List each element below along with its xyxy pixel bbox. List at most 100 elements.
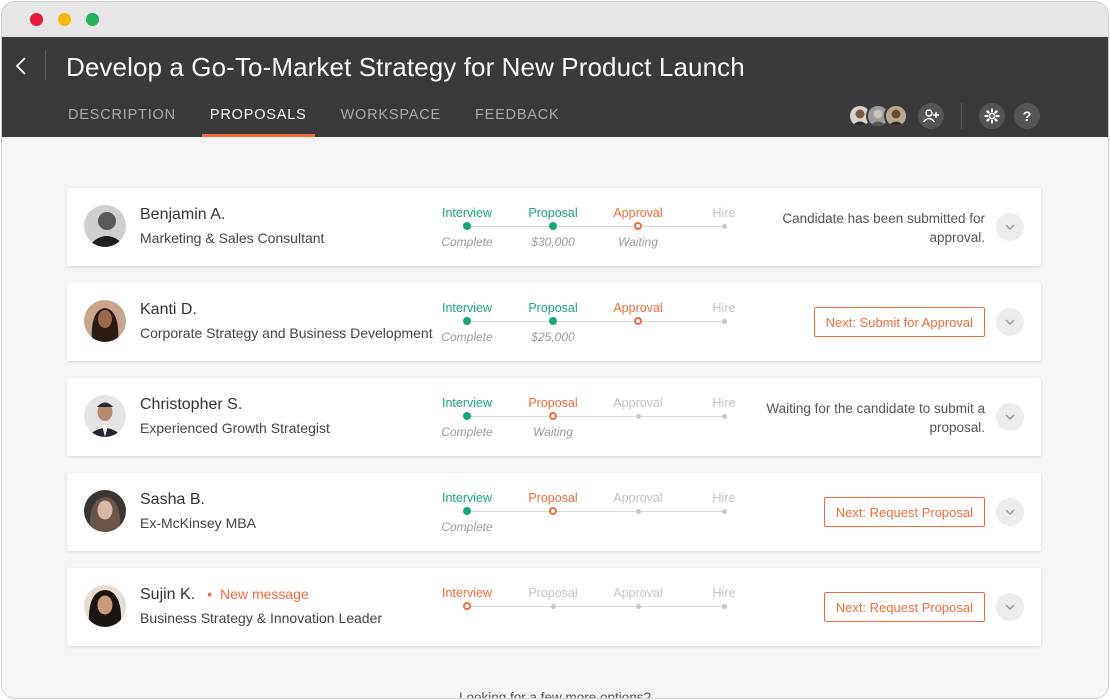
chevron-down-icon [1005, 414, 1015, 420]
minimize-window-button[interactable] [58, 13, 71, 26]
stage-dot [463, 317, 471, 325]
candidate-name[interactable]: Sujin K. New message [140, 586, 309, 604]
add-user-icon [922, 109, 939, 123]
tab-workspace[interactable]: WORKSPACE [339, 99, 443, 137]
proposals-list: Benjamin A. Marketing & Sales Consultant… [2, 137, 1108, 698]
status-text: Waiting for the candidate to submit a pr… [766, 401, 985, 435]
avatar [84, 395, 126, 437]
stage-hire: Hire [679, 204, 769, 229]
expand-button[interactable] [996, 593, 1024, 621]
stage-interview: Interview Complete [441, 396, 493, 439]
stage-proposal: Proposal $25,000 [528, 301, 578, 344]
header-divider [45, 50, 46, 80]
avatar [84, 585, 126, 627]
window-titlebar [2, 2, 1108, 37]
help-icon: ? [1022, 108, 1032, 124]
avatar [884, 104, 908, 128]
stage-approval: Approval [593, 584, 683, 609]
stage-progress: Interview Proposal Approval Hire [424, 584, 754, 634]
tab-bar: DESCRIPTION PROPOSALS WORKSPACE FEEDBACK [66, 99, 592, 137]
stage-approval: Approval Waiting [613, 206, 663, 249]
candidate-role: Ex-McKinsey MBA [140, 515, 256, 531]
stage-dot [463, 507, 471, 515]
status-text: Candidate has been submitted for approva… [782, 211, 985, 245]
stage-approval: Approval [593, 489, 683, 514]
more-options-hint[interactable]: Looking for a few more options? [2, 690, 1108, 698]
new-message-badge[interactable]: New message [207, 586, 309, 602]
stage-proposal: Proposal Waiting [528, 396, 578, 439]
back-button[interactable] [10, 51, 32, 81]
stage-dot [635, 508, 641, 514]
stage-interview: Interview Complete [441, 491, 493, 534]
stage-proposal: Proposal [508, 584, 598, 609]
submit-for-approval-button[interactable]: Next: Submit for Approval [813, 307, 985, 337]
stage-progress: Interview Complete Proposal $25,000 Appr… [424, 299, 754, 349]
chevron-down-icon [1005, 509, 1015, 515]
stage-dot [463, 602, 471, 610]
tab-feedback[interactable]: FEEDBACK [473, 99, 562, 137]
stage-dot [721, 318, 727, 324]
chevron-down-icon [1005, 319, 1015, 325]
stage-hire: Hire [679, 584, 769, 609]
tab-proposals[interactable]: PROPOSALS [201, 99, 315, 137]
stage-dot [549, 317, 557, 325]
candidate-name[interactable]: Sasha B. [140, 491, 205, 509]
chevron-down-icon [1005, 224, 1015, 230]
candidate-card[interactable]: Sasha B. Ex-McKinsey MBA Interview Compl… [67, 473, 1041, 551]
candidate-card[interactable]: Christopher S. Experienced Growth Strate… [67, 378, 1041, 456]
stage-proposal: Proposal $30,000 [528, 206, 578, 249]
stage-dot [549, 507, 557, 515]
chevron-left-icon [15, 57, 26, 75]
stage-dot [721, 223, 727, 229]
request-proposal-button[interactable]: Next: Request Proposal [823, 497, 985, 527]
candidate-name-text: Sujin K. [140, 586, 196, 603]
stage-dot [550, 603, 556, 609]
stage-proposal: Proposal [508, 489, 598, 515]
candidate-name[interactable]: Christopher S. [140, 396, 242, 414]
expand-button[interactable] [996, 213, 1024, 241]
candidate-card[interactable]: Benjamin A. Marketing & Sales Consultant… [67, 188, 1041, 266]
avatar [84, 205, 126, 247]
request-proposal-button[interactable]: Next: Request Proposal [823, 592, 985, 622]
stage-progress: Interview Complete Proposal Waiting Appr… [424, 394, 754, 444]
stage-approval: Approval [593, 299, 683, 325]
stage-dot [463, 412, 471, 420]
stage-dot [549, 412, 557, 420]
stage-interview: Interview Complete [441, 206, 493, 249]
expand-button[interactable] [996, 403, 1024, 431]
stage-approval: Approval [593, 394, 683, 419]
gear-icon [984, 108, 1000, 124]
stage-dot [635, 603, 641, 609]
help-button[interactable]: ? [1014, 103, 1040, 129]
avatar [84, 300, 126, 342]
stage-dot [549, 222, 557, 230]
stage-dot [635, 413, 641, 419]
avatar [84, 490, 126, 532]
candidate-card[interactable]: Sujin K. New message Business Strategy & … [67, 568, 1041, 646]
header-actions: ? [848, 103, 1040, 129]
stage-progress: Interview Complete Proposal $30,000 Appr… [424, 204, 754, 254]
maximize-window-button[interactable] [86, 13, 99, 26]
candidate-role: Business Strategy & Innovation Leader [140, 610, 383, 626]
stage-hire: Hire [679, 394, 769, 419]
candidate-role: Corporate Strategy and Business Developm… [140, 325, 433, 341]
chevron-down-icon [1005, 604, 1015, 610]
candidate-card[interactable]: Kanti D. Corporate Strategy and Business… [67, 283, 1041, 361]
candidate-name[interactable]: Benjamin A. [140, 206, 225, 224]
expand-button[interactable] [996, 308, 1024, 336]
tab-description[interactable]: DESCRIPTION [66, 99, 178, 137]
stage-interview: Interview Complete [441, 301, 493, 344]
stage-hire: Hire [679, 299, 769, 324]
header-divider [961, 103, 962, 129]
stage-dot [721, 413, 727, 419]
stage-dot [634, 317, 642, 325]
stage-hire: Hire [679, 489, 769, 514]
add-user-button[interactable] [918, 103, 944, 129]
stage-dot [721, 508, 727, 514]
candidate-name[interactable]: Kanti D. [140, 301, 197, 319]
close-window-button[interactable] [30, 13, 43, 26]
expand-button[interactable] [996, 498, 1024, 526]
settings-button[interactable] [979, 103, 1005, 129]
app-window: Develop a Go-To-Market Strategy for New … [1, 1, 1109, 699]
team-avatars[interactable] [848, 104, 908, 128]
